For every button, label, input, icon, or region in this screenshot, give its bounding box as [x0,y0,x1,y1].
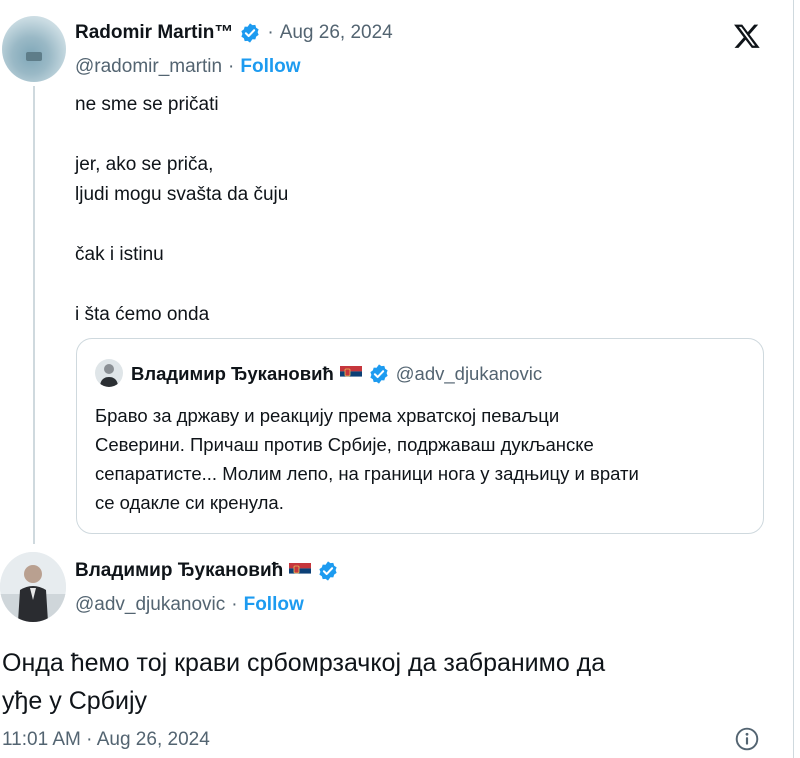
verified-badge-icon [241,23,259,43]
verified-badge-icon [319,561,337,581]
frame-border [793,0,794,758]
avatar-djukanovic[interactable] [0,552,66,622]
tweet-time[interactable]: 11:01 AM [2,729,81,750]
tweet2-header: Владимир Ђукановић [75,560,339,582]
follow-button[interactable]: Follow [244,594,304,616]
quoted-tweet-card[interactable]: Владимир Ђукановић @adv_djukanovic Браво… [76,338,764,534]
tweet-date[interactable]: Aug 26, 2024 [97,729,210,750]
thread-connector [33,86,35,544]
serbia-flag-icon [289,563,312,579]
author-handle[interactable]: @adv_djukanovic [75,594,225,616]
dot-separator: · [231,594,238,615]
tweet1-text: ne sme se pričati jer, ako se priča, lju… [75,94,289,325]
follow-button[interactable]: Follow [240,56,300,78]
author-name[interactable]: Владимир Ђукановић [75,560,283,582]
tweet2-text: Онда ћемо тој крави србомрзачкој да забр… [2,649,606,715]
author-name[interactable]: Radomir Martin™ [75,22,233,44]
person-photo-icon [0,552,66,622]
quoted-author-name: Владимир Ђукановић [131,363,334,384]
tweet1-header: Radomir Martin™ · Aug 26, 2024 [75,22,393,44]
dot-separator: · [86,729,97,750]
author-handle[interactable]: @radomir_martin [75,56,222,78]
tweet1-subheader: @radomir_martin · Follow [75,56,301,78]
quoted-tweet-text: Браво за државу и реакцију према хрватск… [95,405,639,513]
info-icon[interactable] [734,726,760,752]
x-logo-icon[interactable] [732,22,762,50]
tweet2-subheader: @adv_djukanovic · Follow [75,594,304,616]
dot-separator: · [267,22,274,43]
avatar-radomir[interactable] [2,16,66,82]
quoted-avatar [95,359,123,387]
serbia-flag-icon [339,366,362,382]
quoted-header: Владимир Ђукановић @adv_djukanovic [131,363,542,385]
verified-badge-icon [370,364,388,384]
person-icon [100,364,118,387]
tweet-date[interactable]: Aug 26, 2024 [280,22,393,44]
dot-separator: · [228,56,235,77]
quoted-author-handle: @adv_djukanovic [395,363,543,384]
tweet-timestamp[interactable]: 11:01 AM · Aug 26, 2024 [2,729,210,751]
